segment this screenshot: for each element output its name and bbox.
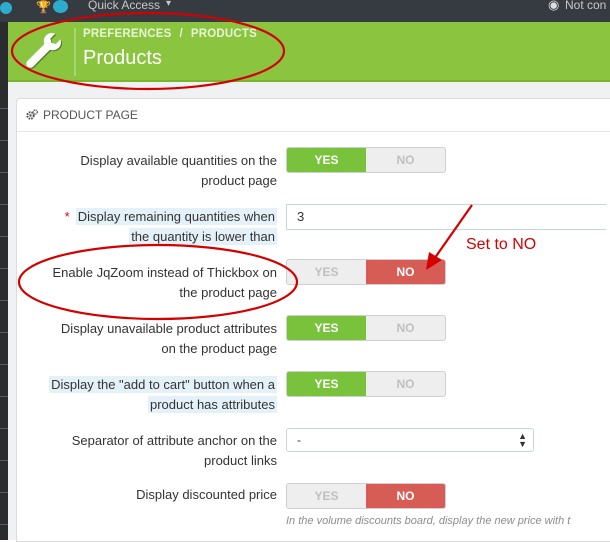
wrench-icon xyxy=(26,33,63,69)
breadcrumb-products[interactable]: PRODUCTS xyxy=(191,28,257,40)
eye-icon[interactable]: ◉ xyxy=(548,0,559,13)
page-title: Products xyxy=(83,47,162,69)
remaining-quantities-input[interactable]: 3 xyxy=(286,204,606,230)
switch-enable-jqzoom[interactable]: YES NO xyxy=(286,259,446,285)
notification-badge[interactable] xyxy=(53,0,68,13)
panel-heading: PRODUCT PAGE xyxy=(17,99,610,132)
page-header: PREFERENCES / PRODUCTS Products xyxy=(8,22,610,82)
no-option[interactable]: NO xyxy=(366,260,445,284)
label-display-unavailable-attributes: Display unavailable product attributes on… xyxy=(60,321,277,356)
no-option[interactable]: NO xyxy=(366,372,445,396)
switch-display-available-quantities[interactable]: YES NO xyxy=(286,147,446,173)
breadcrumb-preferences[interactable]: PREFERENCES xyxy=(83,28,171,40)
annotation-text: Set to NO xyxy=(466,236,537,253)
sidebar-strip xyxy=(0,22,8,540)
no-option[interactable]: NO xyxy=(366,148,445,172)
label-enable-jqzoom: Enable JqZoom instead of Thickbox on the … xyxy=(52,265,277,300)
label-display-available-quantities: Display available quantities on the produ… xyxy=(80,153,277,188)
cogs-icon xyxy=(26,109,38,120)
panel-title: PRODUCT PAGE xyxy=(43,108,138,122)
select-value: - xyxy=(297,433,301,447)
select-arrows-icon: ▲ ▼ xyxy=(518,431,527,449)
breadcrumb-separator: / xyxy=(179,28,183,40)
yes-option[interactable]: YES xyxy=(287,260,366,284)
yes-option[interactable]: YES xyxy=(287,316,366,340)
switch-display-add-to-cart[interactable]: YES NO xyxy=(286,371,446,397)
attribute-separator-select[interactable]: - ▲ ▼ xyxy=(286,428,534,452)
switch-display-unavailable-attributes[interactable]: YES NO xyxy=(286,315,446,341)
label-attribute-anchor-separator: Separator of attribute anchor on the prod… xyxy=(71,433,277,468)
no-option[interactable]: NO xyxy=(366,484,445,508)
help-text-discounted-price: In the volume discounts board, display t… xyxy=(286,515,571,527)
switch-display-discounted-price[interactable]: YES NO xyxy=(286,483,446,509)
quick-access-menu[interactable]: Quick Access xyxy=(88,0,160,12)
chevron-down-icon[interactable]: ▾ xyxy=(166,0,171,9)
notification-icon[interactable] xyxy=(0,2,12,14)
required-marker: * xyxy=(64,209,70,224)
yes-option[interactable]: YES xyxy=(287,148,366,172)
label-display-remaining-quantities: * Display remaining quantities when the q… xyxy=(64,208,277,245)
breadcrumb: PREFERENCES / PRODUCTS xyxy=(83,28,257,40)
connection-status: Not con xyxy=(565,0,607,12)
label-display-add-to-cart: Display the "add to cart" button when a … xyxy=(49,376,277,413)
trophy-icon[interactable]: 🏆 xyxy=(36,0,51,14)
label-display-discounted-price: Display discounted price xyxy=(136,487,277,502)
yes-option[interactable]: YES xyxy=(287,484,366,508)
top-bar: 🏆 Quick Access ▾ ◉ Not con xyxy=(0,0,610,22)
yes-option[interactable]: YES xyxy=(287,372,366,396)
no-option[interactable]: NO xyxy=(366,316,445,340)
header-divider xyxy=(74,28,76,76)
